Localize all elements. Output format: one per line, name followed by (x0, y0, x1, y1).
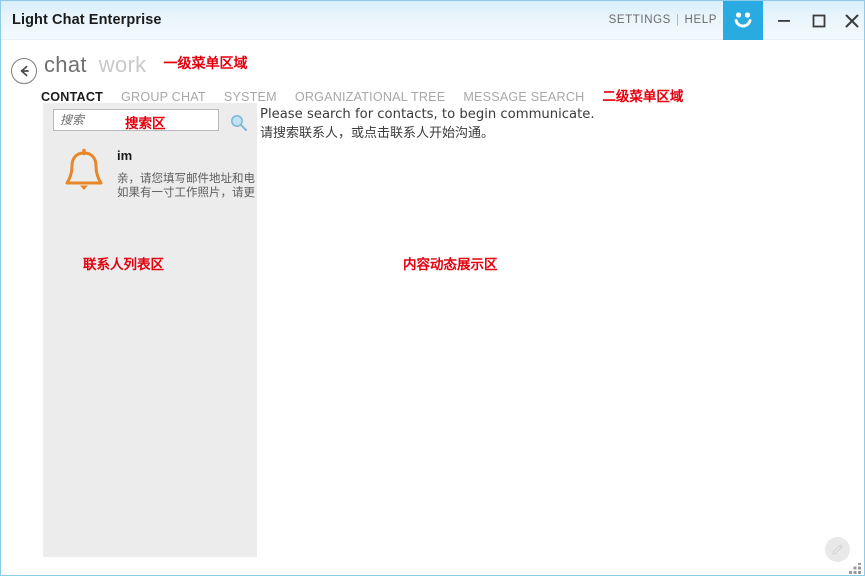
maximize-button[interactable] (804, 9, 834, 33)
pencil-compose-icon (825, 542, 850, 557)
smiley-face-icon (723, 7, 763, 33)
resize-grip-icon[interactable] (849, 562, 861, 574)
contact-list: im 亲，请您填写邮件地址和电 如果有一寸工作照片，请更 (43, 141, 257, 211)
maximize-icon (804, 9, 834, 33)
back-button[interactable] (11, 58, 37, 84)
minimize-button[interactable] (769, 9, 799, 33)
contact-panel: 搜索区 im 亲，请您填写邮件地址和电 如果有一寸工作照片，请更 (43, 103, 257, 557)
search-icon[interactable] (229, 113, 249, 133)
compose-button[interactable] (825, 537, 850, 562)
primary-menu-annotation: 一级菜单区域 (163, 56, 248, 72)
bell-icon (59, 147, 109, 199)
titlebar-links: SETTINGS | HELP (609, 14, 717, 26)
content-hint: Please search for contacts, to begin com… (260, 105, 595, 143)
search-row: 搜索区 (53, 109, 247, 133)
title-bar: Light Chat Enterprise SETTINGS | HELP (1, 1, 864, 40)
secondary-menu-item-organizational-tree[interactable]: ORGANIZATIONAL TREE (295, 90, 446, 104)
list-item[interactable]: im 亲，请您填写邮件地址和电 如果有一寸工作照片，请更 (43, 141, 257, 207)
contact-name: im (117, 148, 133, 163)
secondary-menu-annotation: 二级菜单区域 (602, 89, 684, 105)
close-icon (837, 9, 864, 33)
search-input[interactable] (53, 109, 219, 131)
titlebar-separator: | (675, 14, 680, 26)
content-hint-english: Please search for contacts, to begin com… (260, 107, 595, 122)
content-hint-chinese: 请搜索联系人，或点击联系人开始沟通。 (260, 126, 495, 141)
content-area-annotation: 内容动态展示区 (403, 257, 498, 273)
secondary-menu-item-system[interactable]: SYSTEM (224, 90, 277, 104)
primary-menu: chat work 一级菜单区域 (44, 52, 247, 78)
primary-menu-item-work[interactable]: work (99, 52, 147, 78)
contact-snippet-line-2: 如果有一寸工作照片，请更 (117, 185, 255, 199)
contact-snippet-line-1: 亲，请您填写邮件地址和电 (117, 171, 255, 185)
content-panel: Please search for contacts, to begin com… (259, 103, 859, 557)
close-button[interactable] (837, 9, 864, 33)
minimize-icon (769, 9, 799, 33)
settings-link[interactable]: SETTINGS (609, 14, 671, 26)
back-arrow-circle-icon (12, 64, 36, 78)
header-area: chat work 一级菜单区域 CONTACT GROUP CHAT SYSTEM OR… (1, 40, 864, 105)
app-title: Light Chat Enterprise (12, 12, 162, 28)
secondary-menu-item-message-search[interactable]: MESSAGE SEARCH (463, 90, 584, 104)
help-link[interactable]: HELP (685, 14, 717, 26)
brand-logo-button[interactable] (723, 1, 763, 40)
application-window: Light Chat Enterprise SETTINGS | HELP ch… (0, 0, 865, 576)
secondary-menu-item-group-chat[interactable]: GROUP CHAT (121, 90, 206, 104)
primary-menu-item-chat[interactable]: chat (44, 52, 87, 78)
secondary-menu-item-contact[interactable]: CONTACT (41, 90, 103, 104)
contact-list-area-annotation: 联系人列表区 (83, 257, 164, 273)
